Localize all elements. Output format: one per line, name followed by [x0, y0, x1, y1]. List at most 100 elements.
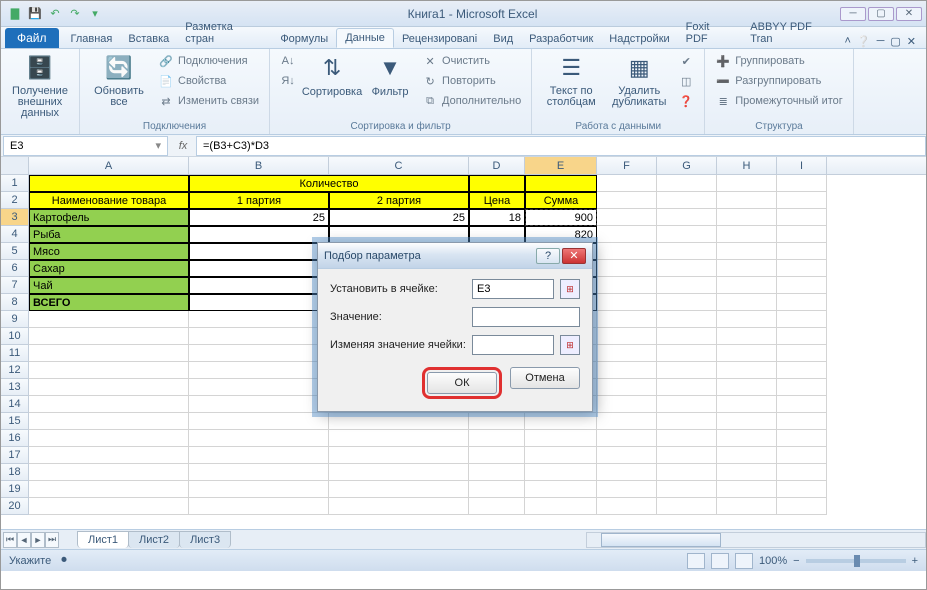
cell[interactable] — [777, 175, 827, 192]
cell[interactable] — [597, 277, 657, 294]
cell[interactable] — [777, 498, 827, 515]
cell[interactable] — [717, 226, 777, 243]
name-box-dropdown-icon[interactable]: ▾ — [155, 139, 161, 152]
row-header[interactable]: 19 — [1, 481, 29, 498]
data-validation-button[interactable]: ✔ — [676, 52, 696, 70]
get-external-data-button[interactable]: 🗄️ Получение внешних данных — [9, 52, 71, 119]
col-header[interactable]: E — [525, 157, 597, 174]
cell[interactable] — [525, 464, 597, 481]
cell[interactable] — [189, 260, 329, 277]
cell[interactable] — [329, 430, 469, 447]
cell[interactable] — [189, 396, 329, 413]
clear-button[interactable]: ✕Очистить — [420, 52, 523, 70]
group-button[interactable]: ➕Группировать — [713, 52, 845, 70]
cell[interactable] — [717, 192, 777, 209]
tab-abbyy[interactable]: ABBYY PDF Tran — [742, 18, 844, 48]
row-header[interactable]: 8 — [1, 294, 29, 311]
row-header[interactable]: 3 — [1, 209, 29, 226]
advanced-button[interactable]: ⧉Дополнительно — [420, 92, 523, 110]
cell[interactable] — [717, 379, 777, 396]
ungroup-button[interactable]: ➖Разгруппировать — [713, 72, 845, 90]
cell[interactable]: 820 — [525, 226, 597, 243]
cell[interactable]: Наименование товара — [29, 192, 189, 209]
subtotal-button[interactable]: ≣Промежуточный итог — [713, 92, 845, 110]
sheet-nav-first-icon[interactable]: ⏮ — [3, 532, 17, 548]
cell[interactable] — [777, 226, 827, 243]
qat-more-icon[interactable]: ▾ — [87, 6, 103, 22]
cell[interactable] — [29, 498, 189, 515]
cell[interactable] — [657, 311, 717, 328]
cell[interactable] — [525, 430, 597, 447]
name-box[interactable]: E3▾ — [3, 136, 168, 156]
cell[interactable] — [657, 328, 717, 345]
sort-desc-button[interactable]: Я↓ — [278, 72, 298, 90]
cell[interactable] — [189, 345, 329, 362]
text-to-columns-button[interactable]: ☰ Текст по столбцам — [540, 52, 602, 108]
redo-icon[interactable]: ↷ — [67, 6, 83, 22]
cell[interactable] — [717, 498, 777, 515]
row-header[interactable]: 17 — [1, 447, 29, 464]
cell[interactable]: Количество — [189, 175, 469, 192]
cell[interactable] — [329, 481, 469, 498]
row-header[interactable]: 6 — [1, 260, 29, 277]
sort-button[interactable]: ⇅ Сортировка — [304, 52, 360, 98]
cell[interactable] — [717, 464, 777, 481]
cell[interactable] — [329, 226, 469, 243]
cell[interactable] — [189, 294, 329, 311]
view-normal-button[interactable] — [687, 553, 705, 569]
row-header[interactable]: 18 — [1, 464, 29, 481]
cell[interactable] — [657, 294, 717, 311]
sheet-tab[interactable]: Лист2 — [128, 531, 180, 548]
cell[interactable] — [717, 311, 777, 328]
cell[interactable] — [717, 481, 777, 498]
cell[interactable] — [189, 243, 329, 260]
cell[interactable] — [717, 413, 777, 430]
cell[interactable]: Мясо — [29, 243, 189, 260]
cancel-button[interactable]: Отмена — [510, 367, 580, 389]
tab-view[interactable]: Вид — [485, 30, 521, 48]
cell[interactable] — [597, 209, 657, 226]
help-icon[interactable]: ❔ — [857, 35, 871, 48]
cell[interactable] — [29, 413, 189, 430]
sort-asc-button[interactable]: A↓ — [278, 52, 298, 70]
tab-foxit[interactable]: Foxit PDF — [678, 18, 743, 48]
ribbon-minimize-icon[interactable]: ˄ — [844, 35, 850, 48]
cell[interactable] — [597, 396, 657, 413]
col-header[interactable]: F — [597, 157, 657, 174]
cell[interactable] — [777, 192, 827, 209]
set-cell-input[interactable]: E3 — [472, 279, 554, 299]
row-header[interactable]: 16 — [1, 430, 29, 447]
select-all-corner[interactable] — [1, 157, 29, 174]
cell[interactable] — [657, 175, 717, 192]
row-header[interactable]: 9 — [1, 311, 29, 328]
cell[interactable] — [717, 430, 777, 447]
row-header[interactable]: 12 — [1, 362, 29, 379]
cell-active[interactable]: 900 — [525, 209, 597, 226]
cell[interactable] — [469, 226, 525, 243]
cell[interactable]: Рыба — [29, 226, 189, 243]
col-header[interactable]: A — [29, 157, 189, 174]
tab-addins[interactable]: Надстройки — [601, 30, 677, 48]
sheet-nav-next-icon[interactable]: ► — [31, 532, 45, 548]
cell[interactable] — [329, 413, 469, 430]
tab-formulas[interactable]: Формулы — [272, 30, 336, 48]
ok-button[interactable]: ОК — [427, 372, 497, 394]
changing-cell-input[interactable] — [472, 335, 554, 355]
to-value-input[interactable] — [472, 307, 580, 327]
cell[interactable] — [525, 447, 597, 464]
cell[interactable] — [525, 413, 597, 430]
cell[interactable] — [777, 430, 827, 447]
col-header[interactable]: C — [329, 157, 469, 174]
cell[interactable] — [329, 498, 469, 515]
tab-file[interactable]: Файл — [5, 28, 59, 48]
whatif-button[interactable]: ❓ — [676, 92, 696, 110]
cell[interactable] — [29, 379, 189, 396]
cell[interactable] — [657, 277, 717, 294]
doc-restore-icon[interactable]: ▢ — [890, 35, 900, 48]
cell[interactable] — [469, 464, 525, 481]
row-header[interactable]: 13 — [1, 379, 29, 396]
remove-duplicates-button[interactable]: ▦ Удалить дубликаты — [608, 52, 670, 108]
view-break-button[interactable] — [735, 553, 753, 569]
close-button[interactable]: ✕ — [896, 7, 922, 21]
tab-layout[interactable]: Разметка стран — [177, 18, 272, 48]
